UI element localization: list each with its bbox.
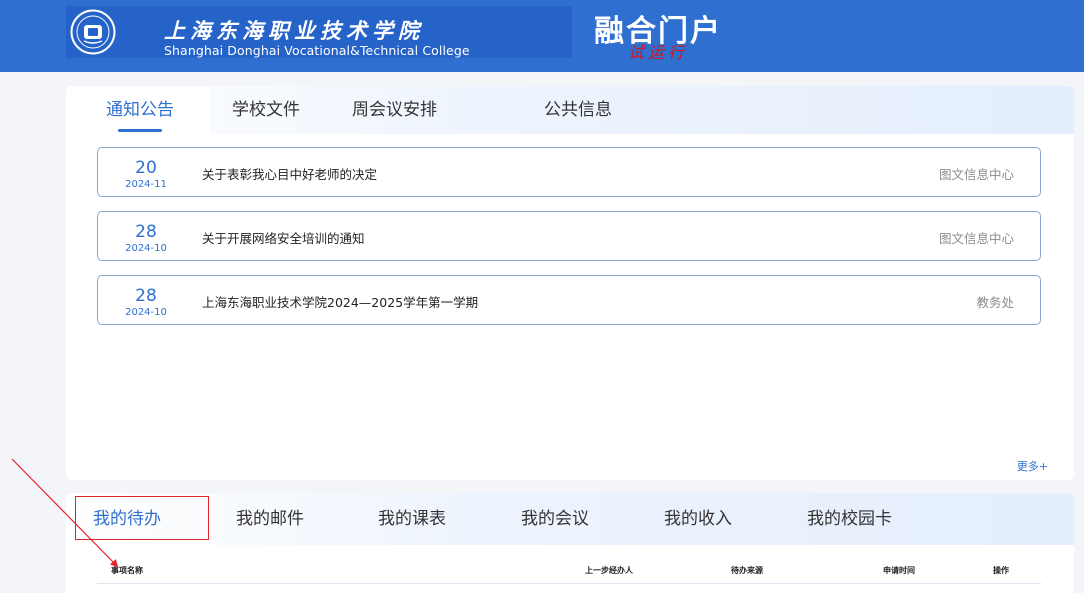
trial-run-badge: 试运行 [628,43,689,62]
notice-year-month: 2024-10 [125,307,167,318]
notice-source: 图文信息中心 [938,231,1014,246]
notice-item[interactable]: 28 2024-10 关于开展网络安全培训的通知 图文信息中心 [97,211,1041,261]
column-apply-time: 申请时间 [883,566,915,575]
tab-my-campus-card[interactable]: 我的校园卡 [807,493,892,545]
notice-panel: 通知公告 学校文件 周会议安排 公共信息 20 2024-11 关于表彰我心目中… [66,86,1074,480]
notice-year-month: 2024-11 [125,179,167,190]
tab-my-mail[interactable]: 我的邮件 [236,493,304,545]
notice-day: 28 [135,286,157,306]
top-header: 上海东海职业技术学院 Shanghai Donghai Vocational&T… [0,0,1084,72]
notice-item[interactable]: 28 2024-10 上海东海职业技术学院2024—2025学年第一学期 教务处 [97,275,1041,325]
tab-notices[interactable]: 通知公告 [70,86,210,134]
tab-weekly-meetings[interactable]: 周会议安排 [352,86,437,134]
notice-tabbar: 通知公告 学校文件 周会议安排 公共信息 [66,86,1074,134]
todo-table-header: 事项名称 上一步经办人 待办来源 申请时间 操作 [97,563,1041,584]
school-name-cn: 上海东海职业技术学院 [164,18,424,43]
column-actions: 操作 [993,566,1009,575]
column-todo-source: 待办来源 [731,566,763,575]
notice-source: 图文信息中心 [938,167,1014,182]
tab-my-todo[interactable]: 我的待办 [93,493,161,545]
notice-title[interactable]: 关于开展网络安全培训的通知 [202,228,365,247]
school-emblem-icon [70,9,116,55]
tab-my-income[interactable]: 我的收入 [664,493,732,545]
notice-day: 20 [135,158,157,178]
tab-school-files[interactable]: 学校文件 [232,86,300,134]
todo-panel: 我的待办 我的邮件 我的课表 我的会议 我的收入 我的校园卡 事项名称 上一步经… [66,493,1074,593]
column-previous-handler: 上一步经办人 [585,566,633,575]
tab-my-meetings[interactable]: 我的会议 [521,493,589,545]
notice-title[interactable]: 关于表彰我心目中好老师的决定 [202,164,377,183]
school-name-en: Shanghai Donghai Vocational&Technical Co… [164,43,470,58]
column-item-name: 事项名称 [111,566,143,575]
todo-tabbar: 我的待办 我的邮件 我的课表 我的会议 我的收入 我的校园卡 [66,493,1074,545]
more-link[interactable]: 更多+ [1017,458,1048,474]
notice-year-month: 2024-10 [125,243,167,254]
school-logo[interactable]: 上海东海职业技术学院 Shanghai Donghai Vocational&T… [66,6,572,58]
notice-item[interactable]: 20 2024-11 关于表彰我心目中好老师的决定 图文信息中心 [97,147,1041,197]
notice-day: 28 [135,222,157,242]
notice-source: 教务处 [976,295,1014,310]
tab-public-info[interactable]: 公共信息 [544,86,612,134]
notice-title[interactable]: 上海东海职业技术学院2024—2025学年第一学期 [202,292,478,311]
tab-my-timetable[interactable]: 我的课表 [378,493,446,545]
